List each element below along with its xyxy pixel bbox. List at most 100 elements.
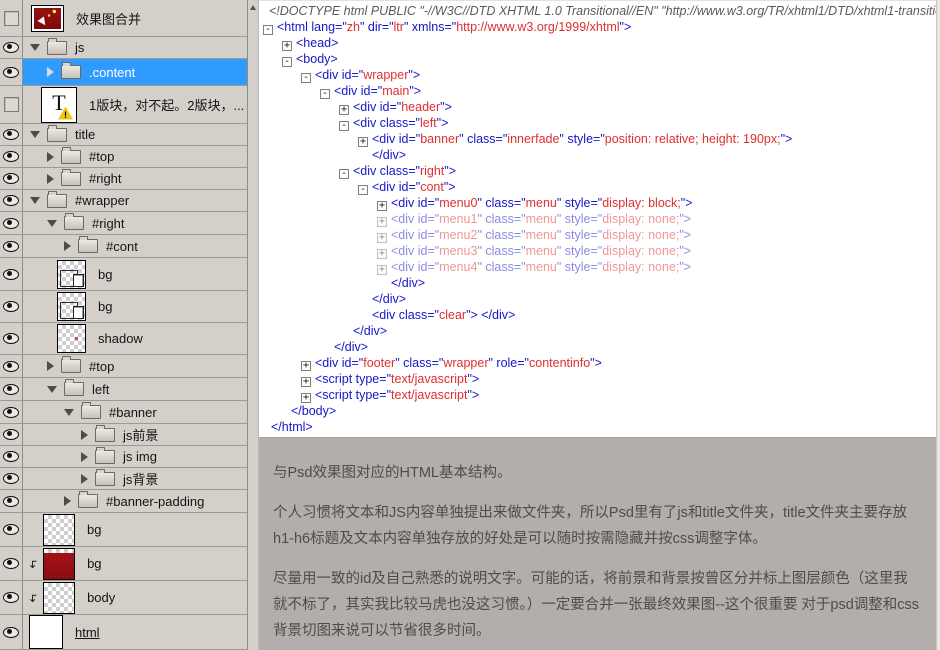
layer-name[interactable]: #cont (106, 239, 138, 254)
layer-row[interactable]: #top (0, 355, 247, 378)
expand-node-button[interactable]: + (377, 217, 387, 227)
layer-row[interactable]: .content (0, 59, 247, 86)
visibility-checkbox[interactable] (4, 11, 19, 26)
layer-name[interactable]: bg (98, 267, 112, 282)
visibility-cell[interactable] (0, 0, 23, 36)
layer-thumbnail[interactable] (29, 615, 63, 649)
layer-name[interactable]: shadow (98, 331, 143, 346)
visibility-cell[interactable] (0, 490, 23, 512)
visibility-cell[interactable] (0, 355, 23, 377)
transparent-layer-thumbnail[interactable] (57, 324, 86, 353)
layer-name[interactable]: #right (92, 216, 125, 231)
visibility-cell[interactable] (0, 212, 23, 234)
layer-row[interactable]: ↴body (0, 581, 247, 615)
eye-icon[interactable] (3, 42, 19, 53)
layer-name[interactable]: bg (98, 299, 112, 314)
collapse-arrow-icon[interactable] (47, 220, 57, 227)
layer-name[interactable]: #top (89, 149, 114, 164)
visibility-cell[interactable] (0, 401, 23, 423)
collapse-arrow-icon[interactable] (30, 44, 40, 51)
layer-row[interactable]: js (0, 37, 247, 59)
layer-name[interactable]: 效果图合并 (76, 9, 141, 28)
layer-name[interactable]: js前景 (123, 425, 158, 444)
collapse-node-button[interactable]: - (301, 73, 311, 83)
eye-icon[interactable] (3, 473, 19, 484)
collapse-node-button[interactable]: - (282, 57, 292, 67)
visibility-cell[interactable] (0, 86, 23, 123)
collapse-node-button[interactable]: - (339, 169, 349, 179)
expand-node-button[interactable]: + (358, 137, 368, 147)
collapse-node-button[interactable]: - (263, 25, 273, 35)
transparent-layer-thumbnail[interactable] (57, 260, 86, 289)
collapse-arrow-icon[interactable] (30, 131, 40, 138)
transparent-layer-thumbnail[interactable] (57, 292, 86, 321)
expand-node-button[interactable]: + (377, 249, 387, 259)
collapse-node-button[interactable]: - (339, 121, 349, 131)
layer-name[interactable]: bg (87, 556, 101, 571)
eye-icon[interactable] (3, 524, 19, 535)
layer-name[interactable]: left (92, 382, 109, 397)
visibility-cell[interactable] (0, 446, 23, 467)
layer-name[interactable]: #banner-padding (106, 494, 204, 509)
collapse-node-button[interactable]: - (358, 185, 368, 195)
eye-icon[interactable] (3, 301, 19, 312)
scroll-up-arrow-icon[interactable] (250, 5, 256, 10)
expand-arrow-icon[interactable] (47, 361, 54, 371)
eye-icon[interactable] (3, 592, 19, 603)
layer-row[interactable]: T! 1版块，对不起。2版块，... (0, 86, 247, 124)
layer-row[interactable]: bg (0, 291, 247, 323)
layer-row[interactable]: shadow (0, 323, 247, 355)
layer-name[interactable]: js (75, 40, 84, 55)
expand-node-button[interactable]: + (301, 377, 311, 387)
eye-icon[interactable] (3, 451, 19, 462)
transparent-layer-thumbnail[interactable] (43, 514, 75, 546)
expand-node-button[interactable]: + (339, 105, 349, 115)
layer-name[interactable]: 1版块，对不起。2版块，... (89, 95, 244, 114)
eye-icon[interactable] (3, 361, 19, 372)
layer-name[interactable]: #right (89, 171, 122, 186)
visibility-cell[interactable] (0, 513, 23, 546)
eye-icon[interactable] (3, 269, 19, 280)
layer-row[interactable]: 效果图合并 (0, 0, 247, 37)
visibility-cell[interactable] (0, 424, 23, 445)
expand-node-button[interactable]: + (377, 233, 387, 243)
layer-row[interactable]: js前景 (0, 424, 247, 446)
expand-arrow-icon[interactable] (64, 241, 71, 251)
eye-icon[interactable] (3, 558, 19, 569)
artwork-thumbnail[interactable] (31, 5, 64, 32)
visibility-cell[interactable] (0, 59, 23, 85)
eye-icon[interactable] (3, 218, 19, 229)
eye-icon[interactable] (3, 129, 19, 140)
layer-row[interactable]: js背景 (0, 468, 247, 490)
visibility-checkbox[interactable] (4, 97, 19, 112)
layer-name[interactable]: #wrapper (75, 193, 129, 208)
layer-row[interactable]: bg (0, 258, 247, 291)
transparent-layer-thumbnail[interactable] (43, 582, 75, 614)
collapse-arrow-icon[interactable] (47, 386, 57, 393)
layer-row[interactable]: left (0, 378, 247, 401)
layer-name[interactable]: body (87, 590, 115, 605)
expand-arrow-icon[interactable] (81, 474, 88, 484)
visibility-cell[interactable] (0, 146, 23, 167)
visibility-cell[interactable] (0, 258, 23, 290)
expand-arrow-icon[interactable] (47, 174, 54, 184)
text-layer-thumbnail[interactable]: T! (41, 87, 77, 123)
layer-row[interactable]: #right (0, 168, 247, 190)
layer-row[interactable]: #cont (0, 235, 247, 258)
layer-row[interactable]: ↴bg (0, 547, 247, 581)
layer-name[interactable]: #top (89, 359, 114, 374)
eye-icon[interactable] (3, 151, 19, 162)
visibility-cell[interactable] (0, 323, 23, 354)
right-edge-scrollbar[interactable] (936, 0, 940, 650)
layer-row[interactable]: js img (0, 446, 247, 468)
visibility-cell[interactable] (0, 124, 23, 145)
eye-icon[interactable] (3, 384, 19, 395)
eye-icon[interactable] (3, 407, 19, 418)
layers-panel-scrollbar[interactable] (248, 0, 259, 650)
expand-node-button[interactable]: + (301, 393, 311, 403)
expand-arrow-icon[interactable] (47, 152, 54, 162)
visibility-cell[interactable] (0, 468, 23, 489)
red-layer-thumbnail[interactable] (43, 548, 75, 580)
layer-row[interactable]: #right (0, 212, 247, 235)
expand-node-button[interactable]: + (282, 41, 292, 51)
